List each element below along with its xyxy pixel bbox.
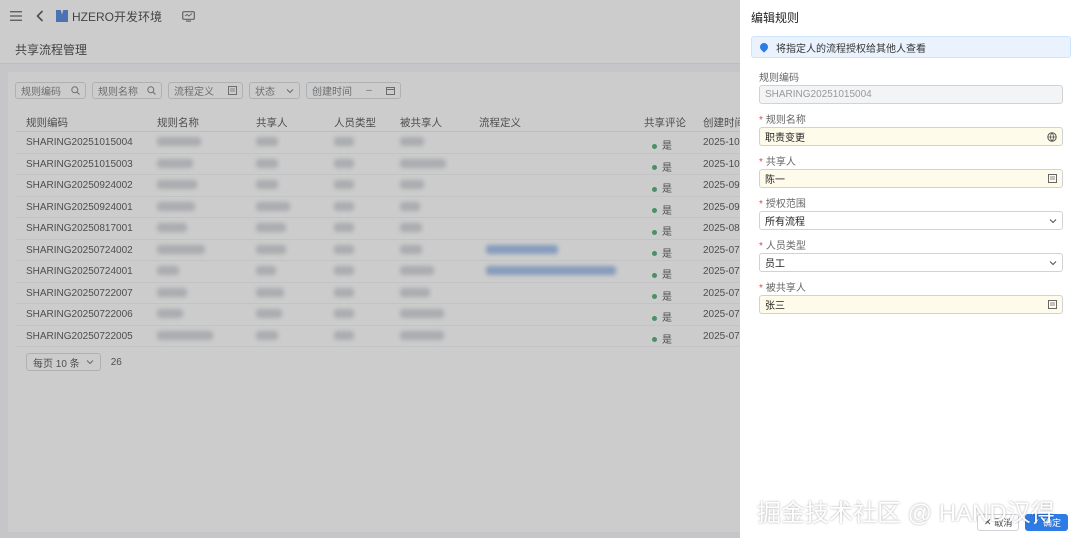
required-mark: *	[759, 241, 763, 252]
rule-code-input: SHARING20251015004	[759, 85, 1063, 104]
watermark: 掘金技术社区 @ HAND汉得	[757, 500, 1055, 527]
modal-mask[interactable]	[0, 0, 740, 538]
rule-name-input[interactable]: 职责变更	[759, 127, 1063, 146]
location-pin-icon	[758, 41, 770, 53]
required-mark: *	[759, 115, 763, 126]
required-mark: *	[759, 157, 763, 168]
drawer-title: 编辑规则	[751, 11, 800, 25]
globe-icon[interactable]	[1047, 131, 1057, 142]
lookup-icon[interactable]	[1048, 174, 1057, 183]
field-person-type: * 人员类型 员工	[759, 237, 1063, 272]
person-type-select[interactable]: 员工	[759, 253, 1063, 272]
chevron-down-icon	[1049, 260, 1057, 265]
field-rule-name: * 规则名称 职责变更	[759, 111, 1063, 146]
required-mark: *	[759, 283, 763, 294]
sharee-lookup[interactable]: 张三	[759, 295, 1063, 314]
required-mark: *	[759, 199, 763, 210]
chevron-down-icon	[1049, 218, 1057, 223]
info-notice: 将指定人的流程授权给其他人查看	[751, 36, 1071, 58]
scope-select[interactable]: 所有流程	[759, 211, 1063, 230]
field-scope: * 授权范围 所有流程	[759, 195, 1063, 230]
edit-rule-drawer: 编辑规则 将指定人的流程授权给其他人查看 规则编码 SHARING2025101…	[740, 0, 1080, 538]
field-sharee: * 被共享人 张三	[759, 279, 1063, 314]
lookup-icon[interactable]	[1048, 300, 1057, 309]
field-sharer: * 共享人 陈一	[759, 153, 1063, 188]
sharer-lookup[interactable]: 陈一	[759, 169, 1063, 188]
field-rule-code: 规则编码 SHARING20251015004	[759, 69, 1063, 104]
